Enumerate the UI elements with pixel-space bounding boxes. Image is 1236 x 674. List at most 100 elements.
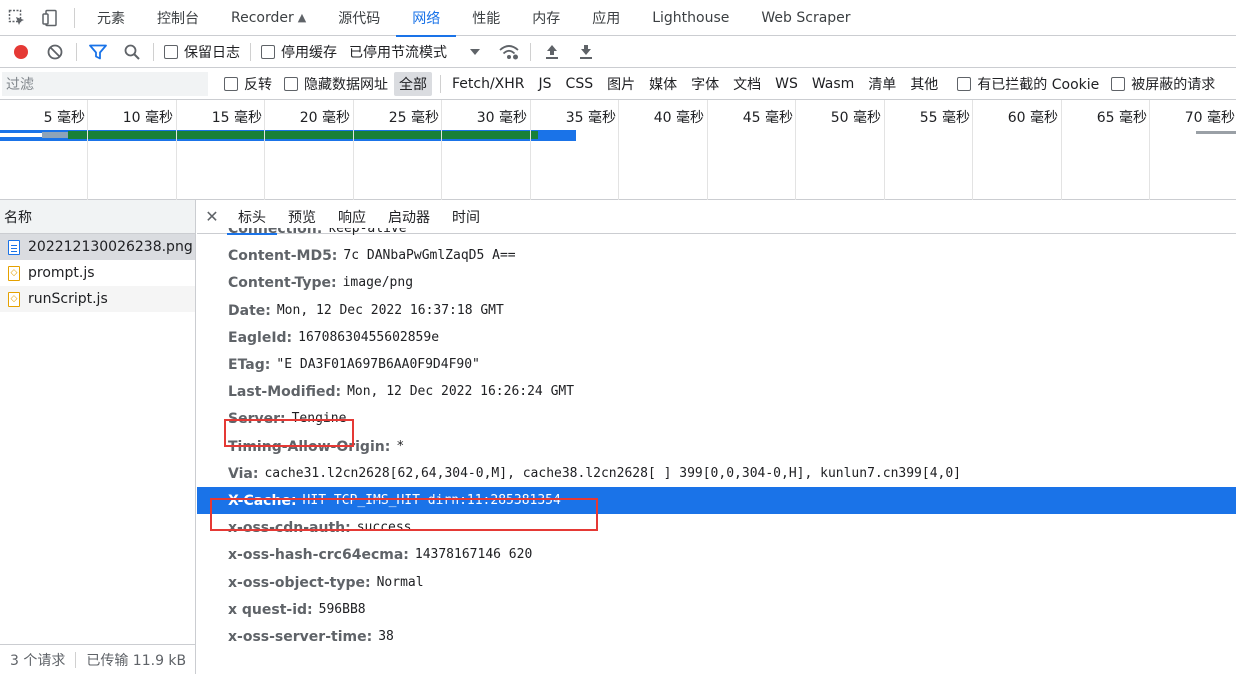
checkbox-box: [224, 76, 238, 91]
invert-checkbox[interactable]: 反转: [224, 74, 272, 94]
header-row[interactable]: Connection: keep-alive: [197, 228, 1236, 242]
blocked-requests-checkbox[interactable]: 被屏蔽的请求: [1111, 74, 1215, 94]
header-row[interactable]: Date: Mon, 12 Dec 2022 16:37:18 GMT: [197, 297, 1236, 324]
transferred-size: 已传输 11.9 kB: [86, 652, 187, 669]
header-row[interactable]: Content-Type: image/png: [197, 269, 1236, 296]
toolbar-divider: [250, 42, 251, 61]
header-name: x-oss-object-type:: [228, 574, 371, 591]
timeline-tick-label: 20 毫秒: [299, 110, 350, 126]
header-row[interactable]: ETag: "E DA3F01A697B6AA0F9D4F90": [197, 351, 1236, 378]
timeline-tick-label: 55 毫秒: [919, 110, 970, 126]
type-filter-manifest[interactable]: 清单: [863, 72, 901, 96]
header-row[interactable]: x-oss-hash-crc64ecma: 14378167146 620: [197, 541, 1236, 568]
type-filter-ws[interactable]: WS: [770, 74, 803, 94]
type-filter-css[interactable]: CSS: [561, 74, 599, 94]
device-toolbar-icon[interactable]: [34, 0, 68, 36]
header-value: cache31.l2cn2628[62,64,304-0,M], cache38…: [264, 466, 962, 481]
header-row[interactable]: Timing-Allow-Origin: *: [197, 433, 1236, 460]
header-row[interactable]: Server: Tengine: [197, 405, 1236, 432]
header-row[interactable]: EagleId: 16708630455602859e: [197, 324, 1236, 351]
type-filter-js[interactable]: JS: [534, 74, 557, 94]
header-name: Content-MD5:: [228, 247, 338, 264]
type-filter-wasm[interactable]: Wasm: [807, 74, 859, 94]
tab-memory[interactable]: 内存: [516, 0, 576, 36]
header-value: Mon, 12 Dec 2022 16:26:24 GMT: [347, 384, 575, 399]
header-row[interactable]: X-Cache: HIT TCP_IMS_HIT dirn:11:28538135…: [197, 487, 1236, 514]
header-name: Connection:: [228, 228, 323, 237]
clear-icon[interactable]: [41, 38, 69, 66]
request-row[interactable]: 202212130026238.png: [0, 234, 195, 260]
type-filter-font[interactable]: 字体: [686, 72, 724, 96]
request-list: 名称 202212130026238.png prompt.js runScri…: [0, 200, 196, 674]
export-har-icon[interactable]: [572, 38, 600, 66]
filter-icon[interactable]: [84, 38, 112, 66]
network-conditions-icon[interactable]: [495, 38, 523, 66]
toolbar-divider: [76, 42, 77, 61]
timeline-tick-label: 35 毫秒: [565, 110, 616, 126]
request-row[interactable]: runScript.js: [0, 286, 195, 312]
record-icon[interactable]: [7, 38, 35, 66]
hide-data-urls-checkbox[interactable]: 隐藏数据网址: [284, 74, 388, 94]
header-name: Date:: [228, 302, 271, 319]
filter-placeholder: 过滤: [6, 76, 34, 93]
request-name: 202212130026238.png: [28, 239, 193, 255]
tab-elements[interactable]: 元素: [81, 0, 141, 36]
type-filter-media[interactable]: 媒体: [644, 72, 682, 96]
import-har-icon[interactable]: [538, 38, 566, 66]
toolbar-divider: [530, 42, 531, 61]
tab-performance[interactable]: 性能: [456, 0, 516, 36]
request-row[interactable]: prompt.js: [0, 260, 195, 286]
timeline-overview[interactable]: 5 毫秒 10 毫秒 15 毫秒 20 毫秒 25 毫秒 30 毫秒 35 毫秒 40 毫秒 4…: [0, 100, 1236, 200]
tab-sources[interactable]: 源代码: [322, 0, 396, 36]
inspect-element-icon[interactable]: [0, 0, 34, 36]
tab-lighthouse[interactable]: Lighthouse: [636, 0, 745, 36]
tab-recorder[interactable]: Recorder ▲: [215, 0, 322, 36]
header-row[interactable]: Last-Modified: Mon, 12 Dec 2022 16:26:24 …: [197, 378, 1236, 405]
header-row[interactable]: x-oss-object-type: Normal: [197, 569, 1236, 596]
header-row[interactable]: Via: cache31.l2cn2628[62,64,304-0,M], cac…: [197, 460, 1236, 487]
request-count: 3 个请求: [10, 652, 66, 669]
checkbox-box: [284, 76, 298, 91]
network-toolbar: 保留日志 停用缓存 已停用节流模式: [0, 36, 1236, 68]
blocked-requests-label: 被屏蔽的请求: [1131, 76, 1216, 93]
tab-web-scraper[interactable]: Web Scraper: [745, 0, 866, 36]
header-row[interactable]: Content-MD5: 7c DANbaPwGmlZaqD5 A==: [197, 242, 1236, 269]
filter-input[interactable]: 过滤: [2, 71, 208, 96]
tab-network[interactable]: 网络: [396, 0, 457, 37]
header-value: success: [356, 520, 412, 535]
type-filter-other[interactable]: 其他: [905, 72, 943, 96]
type-filter-fetch-xhr[interactable]: Fetch/XHR: [447, 74, 530, 94]
disable-cache-checkbox[interactable]: 停用缓存: [261, 42, 337, 62]
toolbar-divider: [153, 42, 154, 61]
checkbox-box: [164, 44, 178, 59]
checkbox-box: [957, 76, 972, 91]
preserve-log-checkbox[interactable]: 保留日志: [164, 42, 240, 62]
chevron-down-icon[interactable]: [461, 38, 489, 66]
type-filter-all[interactable]: 全部: [394, 71, 432, 96]
header-value: 596BB8: [318, 602, 366, 617]
header-value: Normal: [376, 575, 424, 590]
header-value: image/png: [342, 275, 414, 290]
header-name: ETag:: [228, 356, 271, 373]
tab-console[interactable]: 控制台: [141, 0, 215, 36]
header-value: *: [396, 439, 405, 454]
header-name: Content-Type:: [228, 274, 337, 291]
preserve-log-label: 保留日志: [184, 44, 240, 61]
timeline-tick-label: 5 毫秒: [43, 110, 85, 126]
blocked-cookies-checkbox[interactable]: 有已拦截的 Cookie: [957, 74, 1099, 94]
header-name: x-oss-hash-crc64ecma:: [228, 546, 409, 563]
header-row[interactable]: x-oss-server-time: 38: [197, 623, 1236, 650]
filter-bar: 过滤 反转 隐藏数据网址 全部 Fetch/XHR JS CSS 图片 媒体 字…: [0, 68, 1236, 100]
header-row[interactable]: x quest-id: 596BB8: [197, 596, 1236, 623]
header-row[interactable]: x-oss-cdn-auth: success: [197, 514, 1236, 541]
status-bar: 3 个请求 已传输 11.9 kB: [0, 644, 196, 674]
name-column-header[interactable]: 名称: [0, 200, 195, 234]
header-value: Tengine: [291, 411, 347, 426]
tab-application[interactable]: 应用: [576, 0, 636, 36]
search-icon[interactable]: [118, 38, 146, 66]
header-name: x-oss-server-time:: [228, 628, 373, 645]
close-icon[interactable]: ✕: [197, 207, 227, 226]
throttling-select[interactable]: 已停用节流模式: [349, 42, 447, 62]
type-filter-doc[interactable]: 文档: [728, 72, 766, 96]
type-filter-img[interactable]: 图片: [602, 72, 640, 96]
